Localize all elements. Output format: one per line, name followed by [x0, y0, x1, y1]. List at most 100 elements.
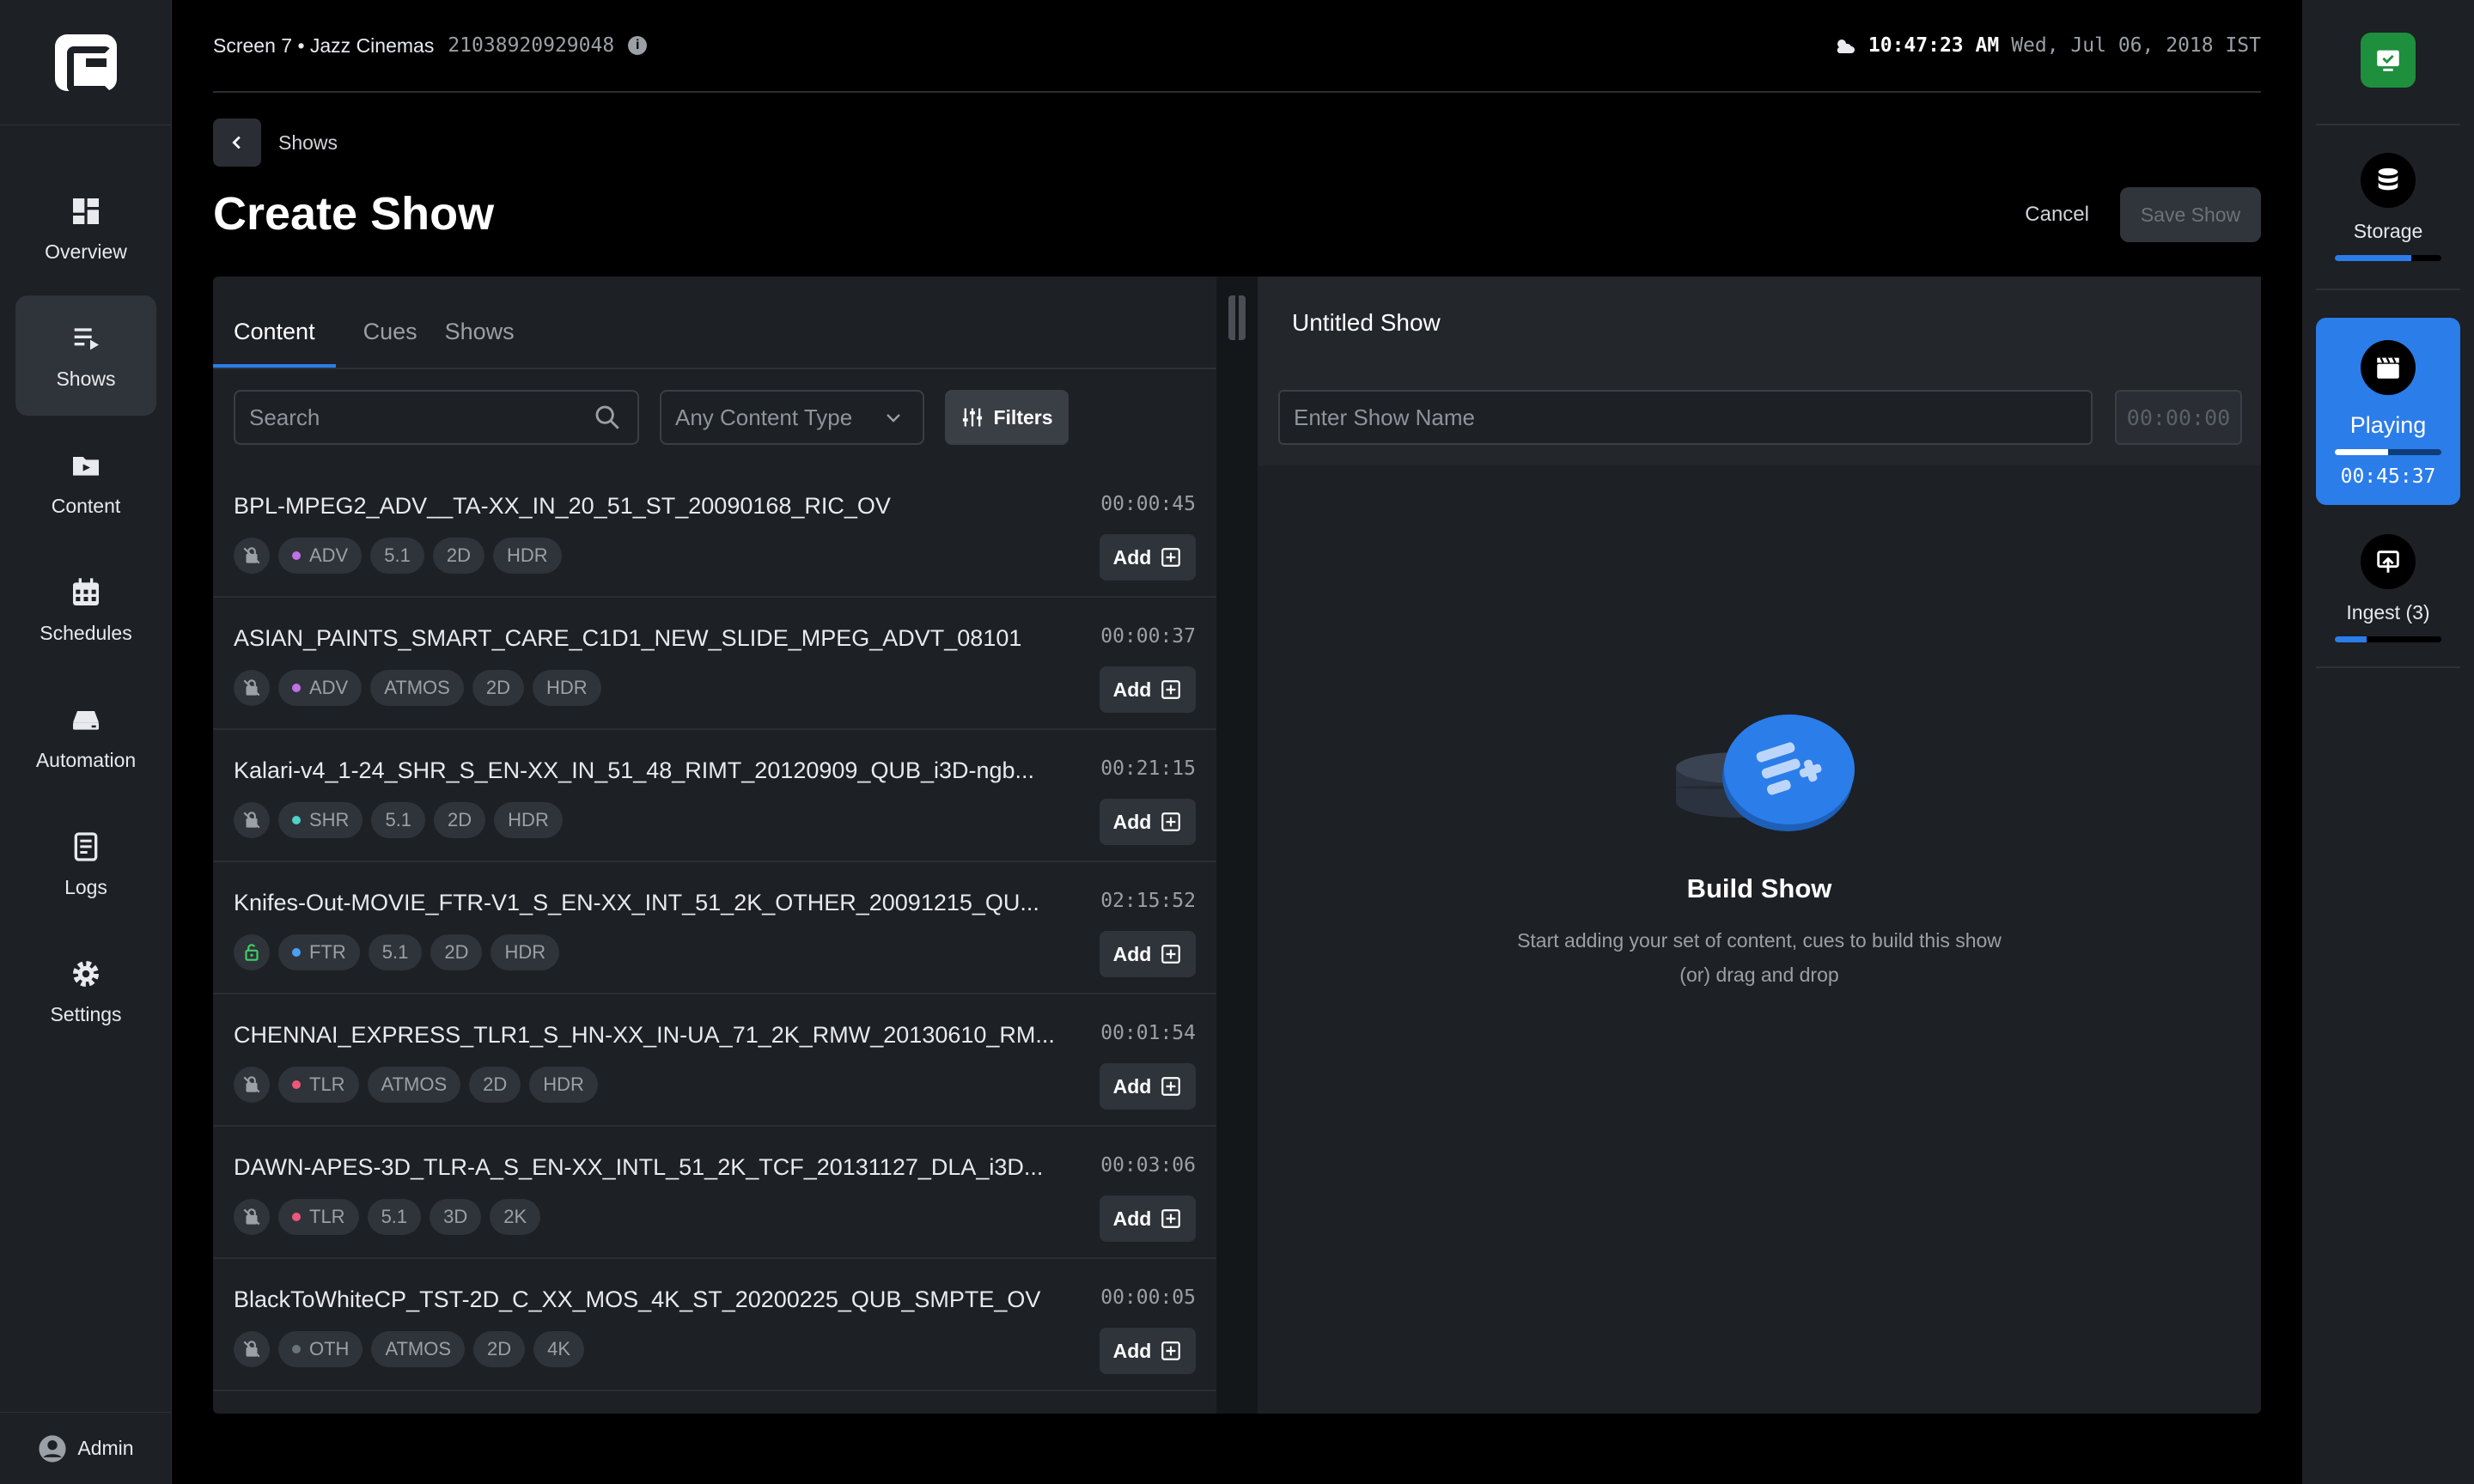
document-icon [74, 831, 98, 861]
content-name: DAWN-APES-3D_TLR-A_S_EN-XX_INTL_51_2K_TC… [234, 1154, 1044, 1180]
storage-status[interactable]: Storage [2316, 153, 2460, 261]
kind-label: TLR [309, 1073, 345, 1095]
user-menu[interactable]: Admin [0, 1412, 172, 1484]
content-tags: SHR 5.1 2D HDR [234, 802, 563, 838]
add-button[interactable]: Add [1100, 1328, 1196, 1374]
add-button[interactable]: Add [1100, 534, 1196, 581]
kind-dot-icon [292, 1345, 301, 1353]
content-name: ASIAN_PAINTS_SMART_CARE_C1D1_NEW_SLIDE_M… [234, 625, 1022, 651]
sidebar-item-shows[interactable]: Shows [15, 295, 156, 416]
empty-title: Build Show [1686, 873, 1832, 903]
lock-disabled-icon [234, 802, 270, 838]
playing-status[interactable]: Playing 00:45:37 [2316, 318, 2460, 505]
resize-grip-icon[interactable] [1228, 295, 1246, 340]
kind-label: TLR [309, 1206, 345, 1227]
rail-divider [2316, 289, 2460, 290]
content-tags: ADV ATMOS 2D HDR [234, 670, 601, 706]
storage-icon-wrap [2361, 153, 2416, 208]
tab-content[interactable]: Content [213, 319, 336, 368]
kind-dot-icon [292, 684, 301, 692]
sidebar-item-logs[interactable]: Logs [15, 804, 156, 924]
sidebar-item-settings[interactable]: Settings [15, 931, 156, 1051]
ingest-status[interactable]: Ingest (3) [2316, 534, 2460, 642]
kind-badge: TLR [278, 1199, 359, 1235]
calendar-icon [73, 577, 99, 605]
sliders-icon [963, 408, 983, 427]
lock-disabled-icon [234, 538, 270, 574]
chevron-left-icon [232, 136, 241, 149]
content-type-value: Any Content Type [675, 404, 853, 430]
show-name-input[interactable]: Enter Show Name [1278, 390, 2093, 445]
playing-label: Playing [2349, 412, 2427, 438]
monitor-status-button[interactable] [2361, 33, 2416, 88]
screen-name: Screen 7 • Jazz Cinemas [213, 33, 435, 57]
tag-badge: 2D [430, 934, 483, 970]
content-name: Knifes-Out-MOVIE_FTR-V1_S_EN-XX_INT_51_2… [234, 890, 1039, 915]
save-show-button[interactable]: Save Show [2120, 187, 2261, 242]
status-rail: Storage Playing 00:45:37 Ingest (3) [2302, 0, 2474, 1484]
plus-box-icon [1161, 1341, 1181, 1360]
plus-box-icon [1161, 680, 1181, 699]
content-row[interactable]: CHENNAI_EXPRESS_TLR1_S_HN-XX_IN-UA_71_2K… [213, 994, 1216, 1127]
folder-play-icon [73, 456, 99, 476]
add-label: Add [1112, 1339, 1152, 1362]
gear-icon [73, 960, 99, 987]
add-label: Add [1112, 1207, 1152, 1230]
sidebar-item-label: Settings [50, 1002, 122, 1025]
content-tabs: Content Cues Shows [213, 277, 1216, 369]
tag-badge: HDR [532, 670, 601, 706]
add-button[interactable]: Add [1100, 1063, 1196, 1110]
breadcrumb-shows[interactable]: Shows [278, 131, 338, 155]
tab-shows[interactable]: Shows [445, 319, 515, 368]
add-button[interactable]: Add [1100, 931, 1196, 977]
content-row[interactable]: Knifes-Out-MOVIE_FTR-V1_S_EN-XX_INT_51_2… [213, 862, 1216, 994]
tag-badge: ATMOS [370, 670, 464, 706]
weather-icon [1837, 40, 1855, 53]
plus-box-icon [1161, 548, 1181, 567]
search-placeholder: Search [249, 404, 320, 430]
sidebar-item-label: Schedules [40, 621, 132, 644]
sidebar-item-automation[interactable]: Automation [15, 677, 156, 797]
search-input[interactable]: Search [234, 390, 639, 445]
content-row[interactable]: DAWN-APES-3D_TLR-A_S_EN-XX_INTL_51_2K_TC… [213, 1127, 1216, 1259]
playlist-icon [74, 327, 99, 350]
info-icon[interactable]: i [628, 36, 648, 55]
tag-badge: 3D [430, 1199, 482, 1235]
plus-box-icon [1161, 945, 1181, 964]
sidebar-item-schedules[interactable]: Schedules [15, 550, 156, 670]
sidebar-item-overview[interactable]: Overview [15, 168, 156, 289]
tag-badge: 5.1 [368, 934, 423, 970]
avatar-icon [39, 1434, 66, 1463]
content-row[interactable]: ASIAN_PAINTS_SMART_CARE_C1D1_NEW_SLIDE_M… [213, 598, 1216, 730]
empty-description: Start adding your set of content, cues t… [1258, 923, 2261, 992]
tag-badge: ATMOS [371, 1331, 466, 1367]
ingest-label: Ingest (3) [2346, 601, 2430, 623]
filters-button[interactable]: Filters [945, 390, 1069, 445]
content-tags: OTH ATMOS 2D 4K [234, 1331, 585, 1367]
tag-badge: 2D [434, 802, 486, 838]
app-logo[interactable] [54, 33, 117, 93]
monitor-check-icon [2377, 50, 2399, 71]
kind-label: SHR [309, 809, 350, 830]
content-row[interactable]: BlackToWhiteCP_TST-2D_C_XX_MOS_4K_ST_202… [213, 1259, 1216, 1391]
content-row[interactable]: Kalari-v4_1-24_SHR_S_EN-XX_IN_51_48_RIMT… [213, 730, 1216, 862]
back-button[interactable] [213, 119, 261, 167]
sidebar-item-label: Automation [35, 748, 137, 771]
content-type-select[interactable]: Any Content Type [660, 390, 924, 445]
content-row[interactable]: BPL-MPEG2_ADV__TA-XX_IN_20_51_ST_2009016… [213, 465, 1216, 598]
sidebar-item-content[interactable]: Content [15, 423, 156, 543]
cancel-button[interactable]: Cancel [2025, 203, 2089, 227]
plus-box-icon [1161, 1077, 1181, 1096]
add-label: Add [1112, 810, 1152, 833]
add-button[interactable]: Add [1100, 666, 1196, 713]
logo-area [0, 0, 171, 125]
breadcrumb: Shows [213, 119, 338, 167]
kind-badge: SHR [278, 802, 363, 838]
panel-resize-handle[interactable] [1216, 277, 1258, 1414]
add-button[interactable]: Add [1100, 1195, 1196, 1242]
add-button[interactable]: Add [1100, 799, 1196, 845]
storage-label: Storage [2353, 220, 2423, 242]
content-list: BPL-MPEG2_ADV__TA-XX_IN_20_51_ST_2009016… [213, 465, 1216, 1391]
sidebar-nav: Overview Shows Content Schedules Automat… [0, 168, 172, 1058]
tab-cues[interactable]: Cues [363, 319, 417, 368]
